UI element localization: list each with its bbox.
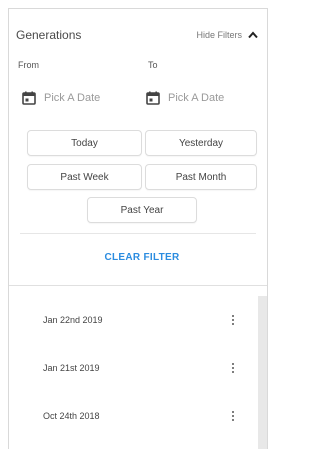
calendar-icon [22,91,36,105]
panel-title: Generations [16,28,82,42]
chevron-up-icon [248,31,258,39]
yesterday-button[interactable]: Yesterday [145,130,257,156]
from-date-input[interactable]: Pick A Date [22,88,100,108]
hide-filters-label: Hide Filters [196,30,242,40]
list-item-date: Jan 21st 2019 [43,363,100,373]
list-item-date: Oct 24th 2018 [43,411,100,421]
from-label: From [18,60,39,70]
list-item[interactable]: Jan 22nd 2019 [9,296,258,344]
to-label: To [148,60,158,70]
list-divider [9,285,267,286]
past-week-button[interactable]: Past Week [27,164,142,190]
panel-header: Generations Hide Filters [16,25,258,45]
past-month-button[interactable]: Past Month [145,164,257,190]
list-item-date: Jan 22nd 2019 [43,315,103,325]
to-date-placeholder: Pick A Date [168,92,225,104]
calendar-icon [146,91,160,105]
more-vertical-icon[interactable] [228,409,238,423]
filter-divider [20,233,256,234]
today-button[interactable]: Today [27,130,142,156]
more-vertical-icon[interactable] [228,313,238,327]
list-scrollbar[interactable] [258,296,267,449]
clear-filter-button[interactable]: CLEAR FILTER [0,252,284,263]
to-date-input[interactable]: Pick A Date [146,88,224,108]
from-date-placeholder: Pick A Date [44,92,101,104]
hide-filters-toggle[interactable]: Hide Filters [196,30,258,40]
list-item[interactable]: Oct 24th 2018 [9,392,258,440]
list-item[interactable]: Jan 21st 2019 [9,344,258,392]
past-year-button[interactable]: Past Year [87,197,197,223]
more-vertical-icon[interactable] [228,361,238,375]
